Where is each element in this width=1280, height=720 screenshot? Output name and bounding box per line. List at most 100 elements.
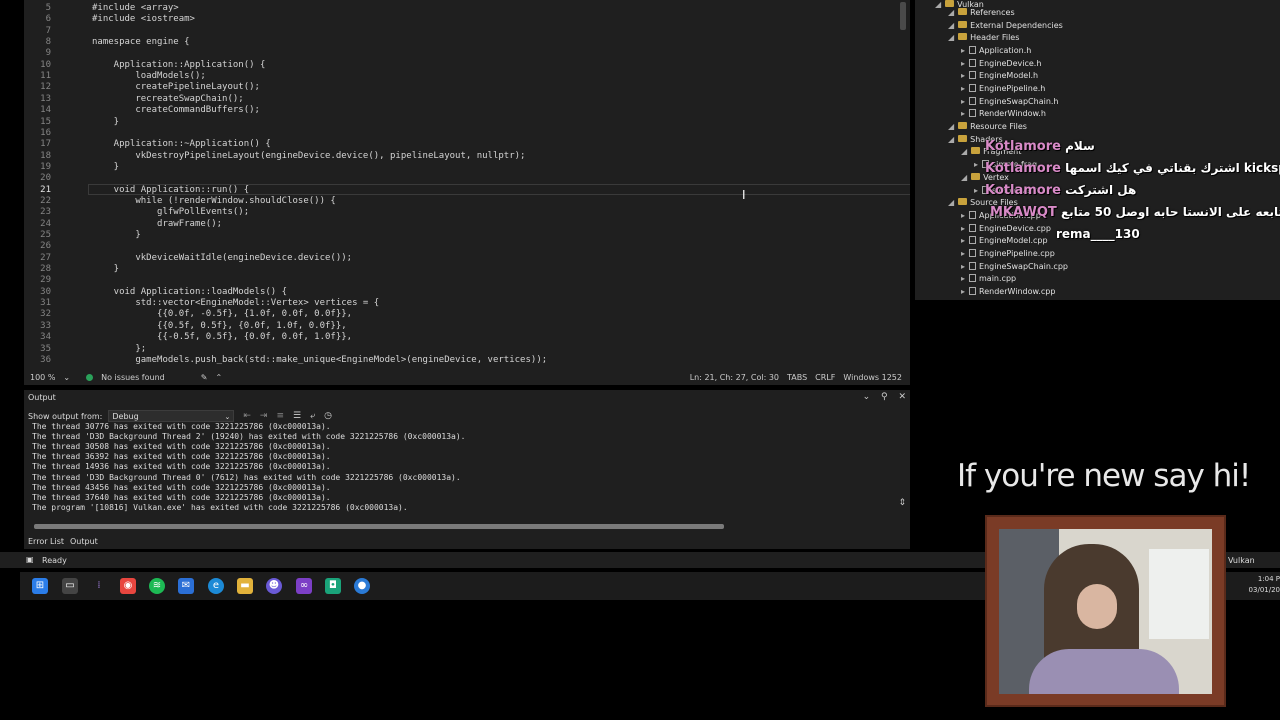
mail-icon[interactable]: ✉ — [178, 578, 194, 594]
code-line[interactable]: #include <iostream> — [92, 14, 195, 25]
expand-arrow-icon[interactable]: ▸ — [974, 160, 978, 169]
expand-arrow-icon[interactable]: ▸ — [961, 46, 965, 55]
tab-error-list[interactable]: Error List — [28, 537, 64, 546]
tree-file-item[interactable]: ▸ EnginePipeline.h — [961, 84, 1045, 94]
tree-file-item[interactable]: ▸ Application.h — [961, 46, 1031, 56]
tree-file-item[interactable]: ▸ RenderWindow.cpp — [961, 287, 1055, 297]
project-name[interactable]: Vulkan — [1228, 556, 1255, 565]
code-line[interactable]: } — [92, 230, 140, 241]
find-prev-icon[interactable]: ⇤ — [243, 411, 251, 421]
code-line[interactable]: vkDestroyPipelineLayout(engineDevice.dev… — [92, 151, 525, 162]
expand-arrow-icon[interactable]: ▸ — [961, 287, 965, 296]
code-line[interactable]: std::vector<EngineModel::Vertex> vertice… — [92, 298, 379, 309]
tree-file-item[interactable]: ▸ EnginePipeline.cpp — [961, 249, 1055, 259]
expand-arrow-icon[interactable]: ◢ — [961, 173, 967, 182]
tree-file-item[interactable]: ▸ EngineSwapChain.h — [961, 97, 1059, 107]
tree-folder-item[interactable]: ◢ References — [948, 8, 1015, 18]
zoom-dropdown-icon[interactable]: ⌄ — [63, 373, 70, 382]
code-line[interactable]: } — [92, 117, 119, 128]
game-app-icon[interactable]: ◘ — [325, 578, 341, 594]
line-ending[interactable]: CRLF — [815, 373, 835, 382]
code-line[interactable]: gameModels.push_back(std::make_unique<En… — [92, 355, 547, 366]
code-line[interactable]: namespace engine { — [92, 37, 190, 48]
code-line[interactable]: createPipelineLayout(); — [92, 82, 260, 93]
location-app-icon[interactable]: ● — [354, 578, 370, 594]
expand-arrow-icon[interactable]: ◢ — [948, 122, 954, 131]
expand-arrow-icon[interactable]: ▸ — [961, 71, 965, 80]
expand-arrow-icon[interactable]: ▸ — [961, 236, 965, 245]
expand-arrow-icon[interactable]: ▸ — [961, 211, 965, 220]
tab-output[interactable]: Output — [70, 537, 98, 546]
tree-folder-item[interactable]: ◢ External Dependencies — [948, 21, 1063, 31]
indent-mode[interactable]: TABS — [787, 373, 807, 382]
code-line[interactable]: glfwPollEvents(); — [92, 207, 249, 218]
expand-arrow-icon[interactable]: ◢ — [948, 21, 954, 30]
expand-arrow-icon[interactable]: ◢ — [948, 198, 954, 207]
chrome-icon[interactable]: ◉ — [120, 578, 136, 594]
brush-icon[interactable]: ✎ — [201, 373, 208, 382]
code-line[interactable]: Application::~Application() { — [92, 139, 271, 150]
code-line[interactable]: } — [92, 264, 119, 275]
goto-line-icon[interactable]: ≡ — [276, 411, 284, 421]
tree-file-item[interactable]: ▸ main.cpp — [961, 274, 1016, 284]
spotify-icon[interactable]: ≋ — [149, 578, 165, 594]
chevron-up-icon[interactable]: ⌃ — [215, 373, 222, 382]
system-clock[interactable]: 1:04 P 03/01/20 — [1249, 574, 1280, 596]
code-line[interactable]: loadModels(); — [92, 71, 205, 82]
code-editor[interactable]: 5 6 7 8 9 10 11 12 13 14 15 16 17 18 19 20 21 22 23 24 25 26 2… — [24, 0, 910, 370]
chevron-down-icon[interactable]: ⌄ — [863, 392, 871, 402]
expand-arrow-icon[interactable]: ▸ — [961, 262, 965, 271]
expand-arrow-icon[interactable]: ▸ — [961, 109, 965, 118]
expand-arrow-icon[interactable]: ◢ — [935, 0, 941, 9]
code-line[interactable]: drawFrame(); — [92, 219, 222, 230]
file-explorer-icon[interactable]: ▬ — [237, 578, 253, 594]
zoom-level[interactable]: 100 % — [30, 373, 55, 382]
code-line[interactable]: }; — [92, 344, 146, 355]
expand-arrow-icon[interactable]: ◢ — [948, 33, 954, 42]
output-source-select[interactable]: Debug ⌄ — [108, 410, 235, 422]
expand-arrow-icon[interactable]: ▸ — [961, 97, 965, 106]
clock-icon[interactable]: ◷ — [324, 411, 332, 421]
pin-icon[interactable]: ⚲ — [881, 392, 888, 402]
expand-arrow-icon[interactable]: ▸ — [974, 186, 978, 195]
code-line[interactable]: {{0.0f, -0.5f}, {1.0f, 0.0f, 0.0f}}, — [92, 309, 352, 320]
tree-file-item[interactable]: ▸ EngineSwapChain.cpp — [961, 262, 1068, 272]
code-line[interactable]: while (!renderWindow.shouldClose()) { — [92, 196, 336, 207]
code-line[interactable]: } — [92, 162, 119, 173]
tree-file-item[interactable]: ▸ EngineModel.cpp — [961, 236, 1048, 246]
tree-folder-item[interactable]: ◢ Header Files — [948, 33, 1019, 43]
code-line[interactable]: {{-0.5f, 0.5f}, {0.0f, 0.0f, 1.0f}}, — [92, 332, 352, 343]
task-view-icon[interactable]: ▭ — [62, 578, 78, 594]
visual-studio-icon[interactable]: ∞ — [296, 578, 312, 594]
issues-indicator[interactable]: No issues found — [86, 373, 173, 382]
expand-arrow-icon[interactable]: ◢ — [948, 8, 954, 17]
code-line[interactable]: {{0.5f, 0.5f}, {0.0f, 1.0f, 0.0f}}, — [92, 321, 347, 332]
code-line[interactable]: vkDeviceWaitIdle(engineDevice.device()); — [92, 253, 352, 264]
windows-start-icon[interactable]: ⊞ — [32, 578, 48, 594]
tree-folder-item[interactable]: ◢ Resource Files — [948, 122, 1027, 132]
close-icon[interactable]: ✕ — [898, 392, 906, 402]
expand-arrow-icon[interactable]: ▸ — [961, 274, 965, 283]
split-icon[interactable]: ⇕ — [898, 498, 906, 508]
expand-arrow-icon[interactable]: ◢ — [961, 147, 967, 156]
find-next-icon[interactable]: ⇥ — [260, 411, 268, 421]
expand-arrow-icon[interactable]: ◢ — [948, 135, 954, 144]
tree-file-item[interactable]: ▸ EngineModel.h — [961, 71, 1038, 81]
code-line[interactable]: Application::Application() { — [92, 60, 266, 71]
tree-file-item[interactable]: ▸ EngineDevice.h — [961, 59, 1041, 69]
output-horizontal-scrollbar[interactable] — [34, 524, 724, 529]
code-line[interactable]: #include <array> — [92, 3, 179, 14]
edge-icon[interactable]: e — [208, 578, 224, 594]
expand-arrow-icon[interactable]: ▸ — [961, 59, 965, 68]
word-wrap-icon[interactable]: ⤶ — [310, 411, 315, 421]
code-line[interactable]: void Application::loadModels() { — [92, 287, 287, 298]
audio-app-icon[interactable]: ⁞ — [91, 578, 107, 594]
expand-arrow-icon[interactable]: ▸ — [961, 224, 965, 233]
code-line[interactable]: recreateSwapChain(); — [92, 94, 243, 105]
code-line[interactable]: void Application::run() { — [92, 185, 249, 196]
file-encoding[interactable]: Windows 1252 — [843, 373, 902, 382]
editor-vertical-scrollbar[interactable] — [900, 2, 906, 30]
expand-arrow-icon[interactable]: ▸ — [961, 84, 965, 93]
tree-file-item[interactable]: ▸ RenderWindow.h — [961, 109, 1046, 119]
expand-arrow-icon[interactable]: ▸ — [961, 249, 965, 258]
